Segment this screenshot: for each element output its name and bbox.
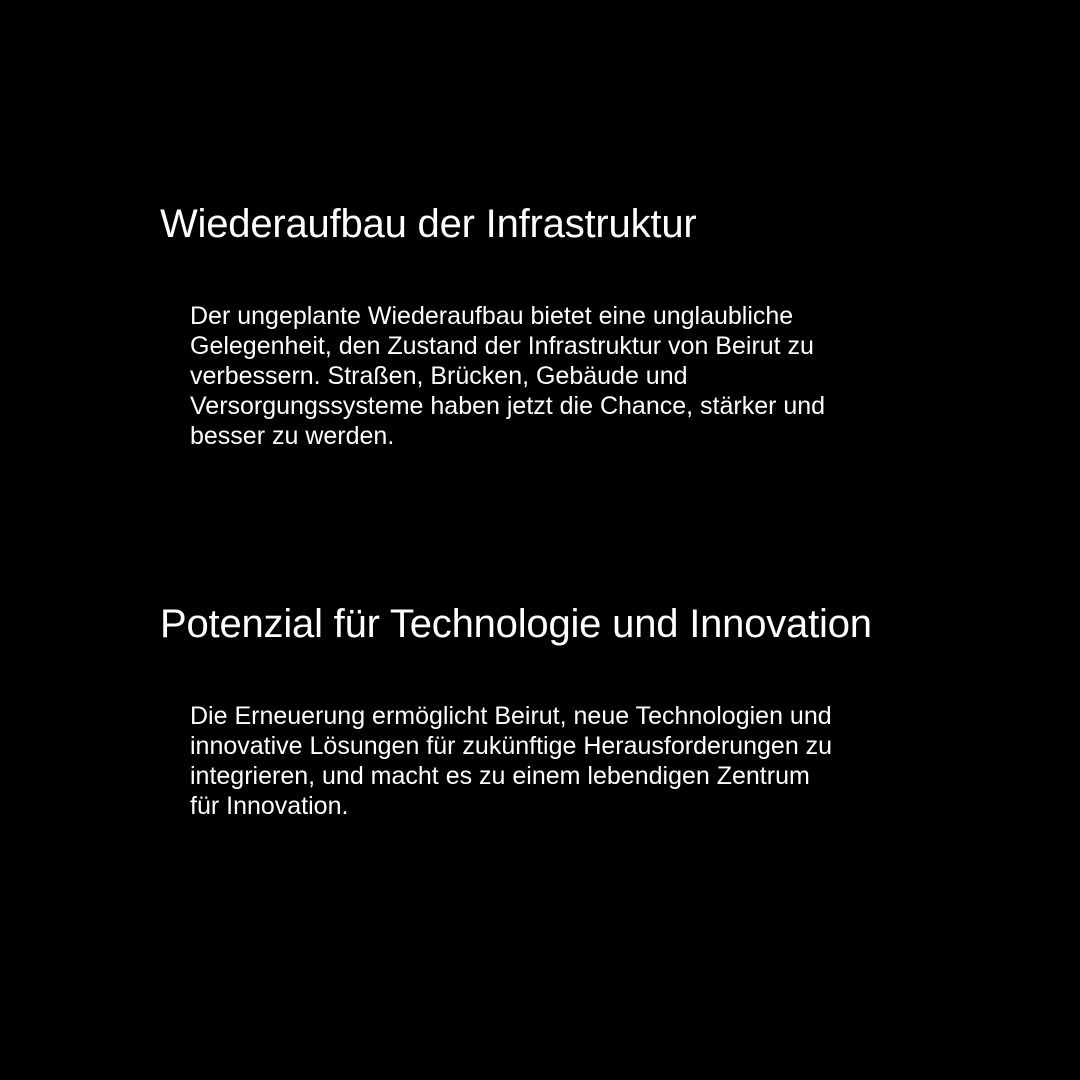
section-body: Die Erneuerung ermöglicht Beirut, neue T… — [190, 702, 833, 820]
section-technology-innovation: Potenzial für Technologie und Innovation… — [160, 600, 1040, 820]
section-infrastructure: Wiederaufbau der Infrastruktur Der ungep… — [160, 200, 1040, 450]
section-title: Wiederaufbau der Infrastruktur — [160, 202, 697, 246]
section-body: Der ungeplante Wiederaufbau bietet eine … — [190, 302, 826, 450]
section-title: Potenzial für Technologie und Innovation — [160, 602, 872, 646]
slide-page: Wiederaufbau der Infrastruktur Der ungep… — [0, 0, 1080, 1080]
